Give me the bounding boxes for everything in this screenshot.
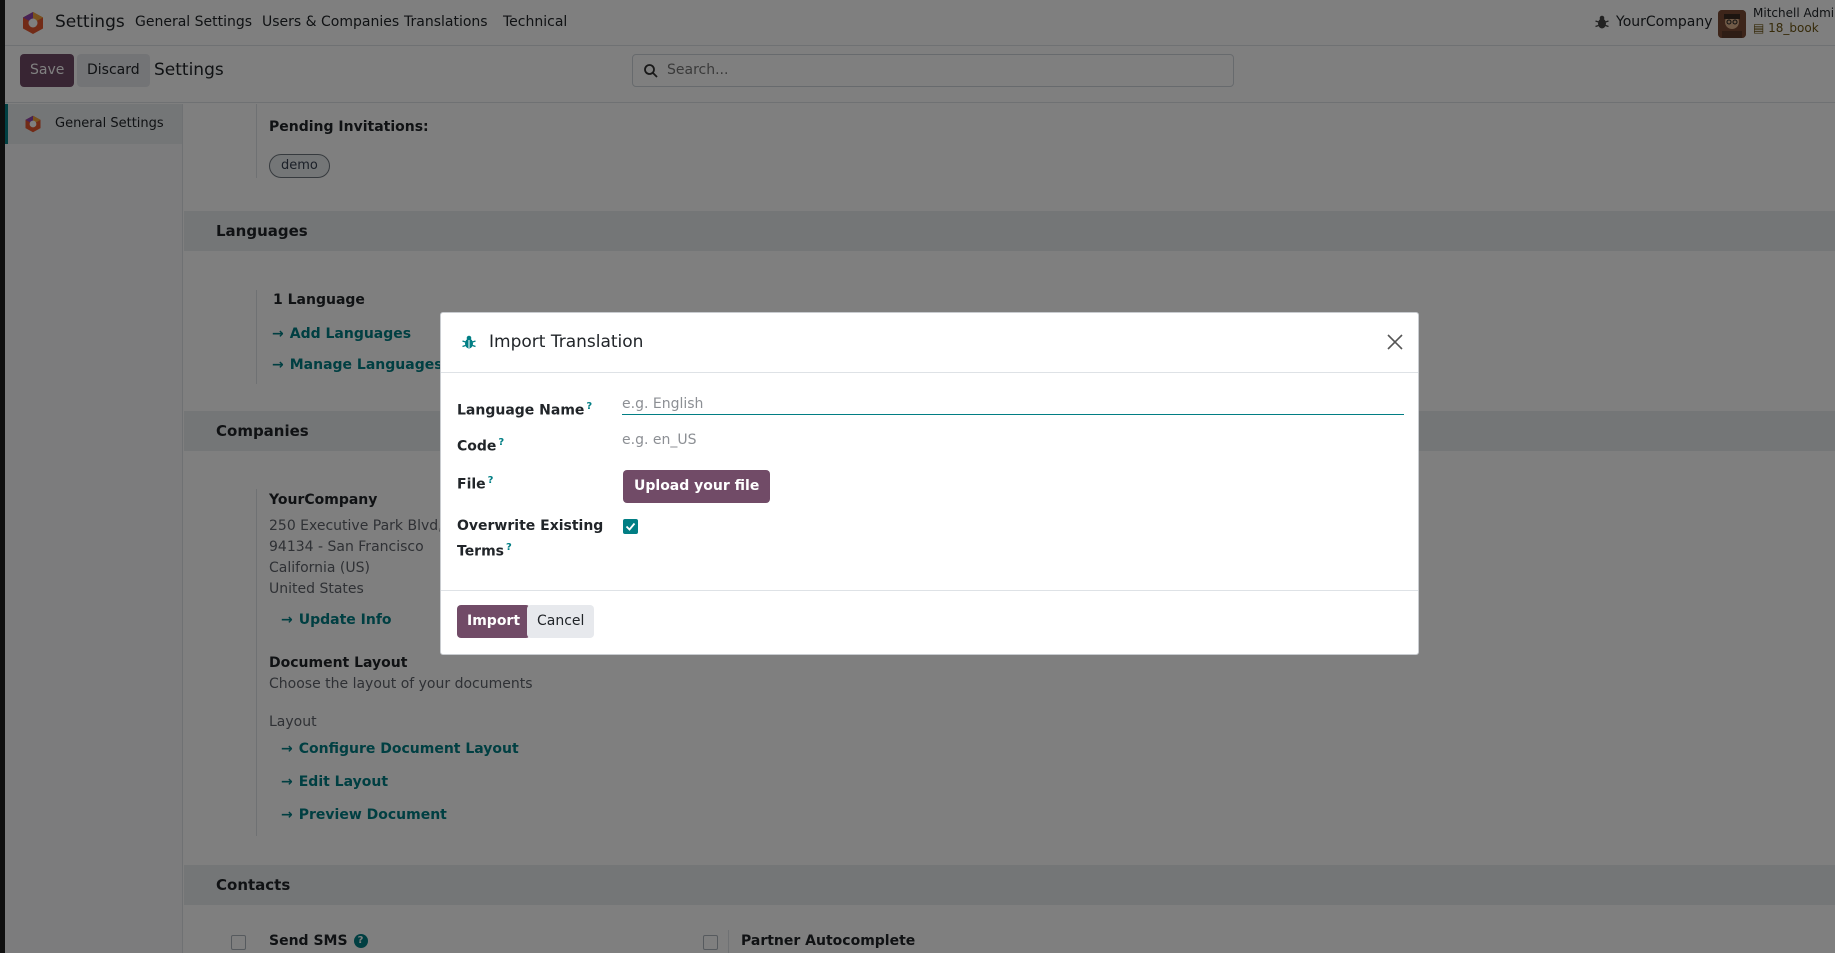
file-text: File	[457, 476, 486, 493]
code-text: Code	[457, 438, 497, 455]
cancel-button[interactable]: Cancel	[527, 605, 595, 638]
checkmark-icon	[625, 522, 636, 531]
language-name-input[interactable]	[622, 393, 1404, 415]
dialog-title: Import Translation	[489, 332, 644, 352]
dialog-footer: Import Cancel	[441, 590, 1418, 654]
code-label: Code?	[457, 432, 504, 458]
language-name-text: Language Name	[457, 402, 585, 419]
language-name-label: Language Name?	[457, 396, 592, 422]
help-tooltip-icon[interactable]: ?	[488, 475, 494, 486]
upload-file-button[interactable]: Upload your file	[623, 470, 771, 503]
code-input[interactable]	[622, 429, 1404, 451]
dialog-header: Import Translation	[441, 313, 1418, 373]
overwrite-terms-checkbox[interactable]	[623, 519, 638, 534]
overwrite-terms-label: Overwrite Existing Terms?	[457, 516, 603, 563]
overwrite-text-2: Terms	[457, 543, 505, 560]
help-tooltip-icon[interactable]: ?	[586, 401, 592, 412]
overwrite-text-1: Overwrite Existing	[457, 518, 604, 534]
page: Settings General Settings Users & Compan…	[0, 0, 1835, 953]
close-icon[interactable]	[1386, 333, 1404, 351]
file-label: File?	[457, 470, 493, 496]
help-tooltip-icon[interactable]: ?	[506, 542, 512, 553]
help-tooltip-icon[interactable]: ?	[498, 437, 504, 448]
import-translation-dialog: Import Translation Language Name? Code? …	[440, 312, 1419, 655]
bug-icon	[462, 335, 476, 349]
import-button[interactable]: Import	[457, 605, 531, 638]
